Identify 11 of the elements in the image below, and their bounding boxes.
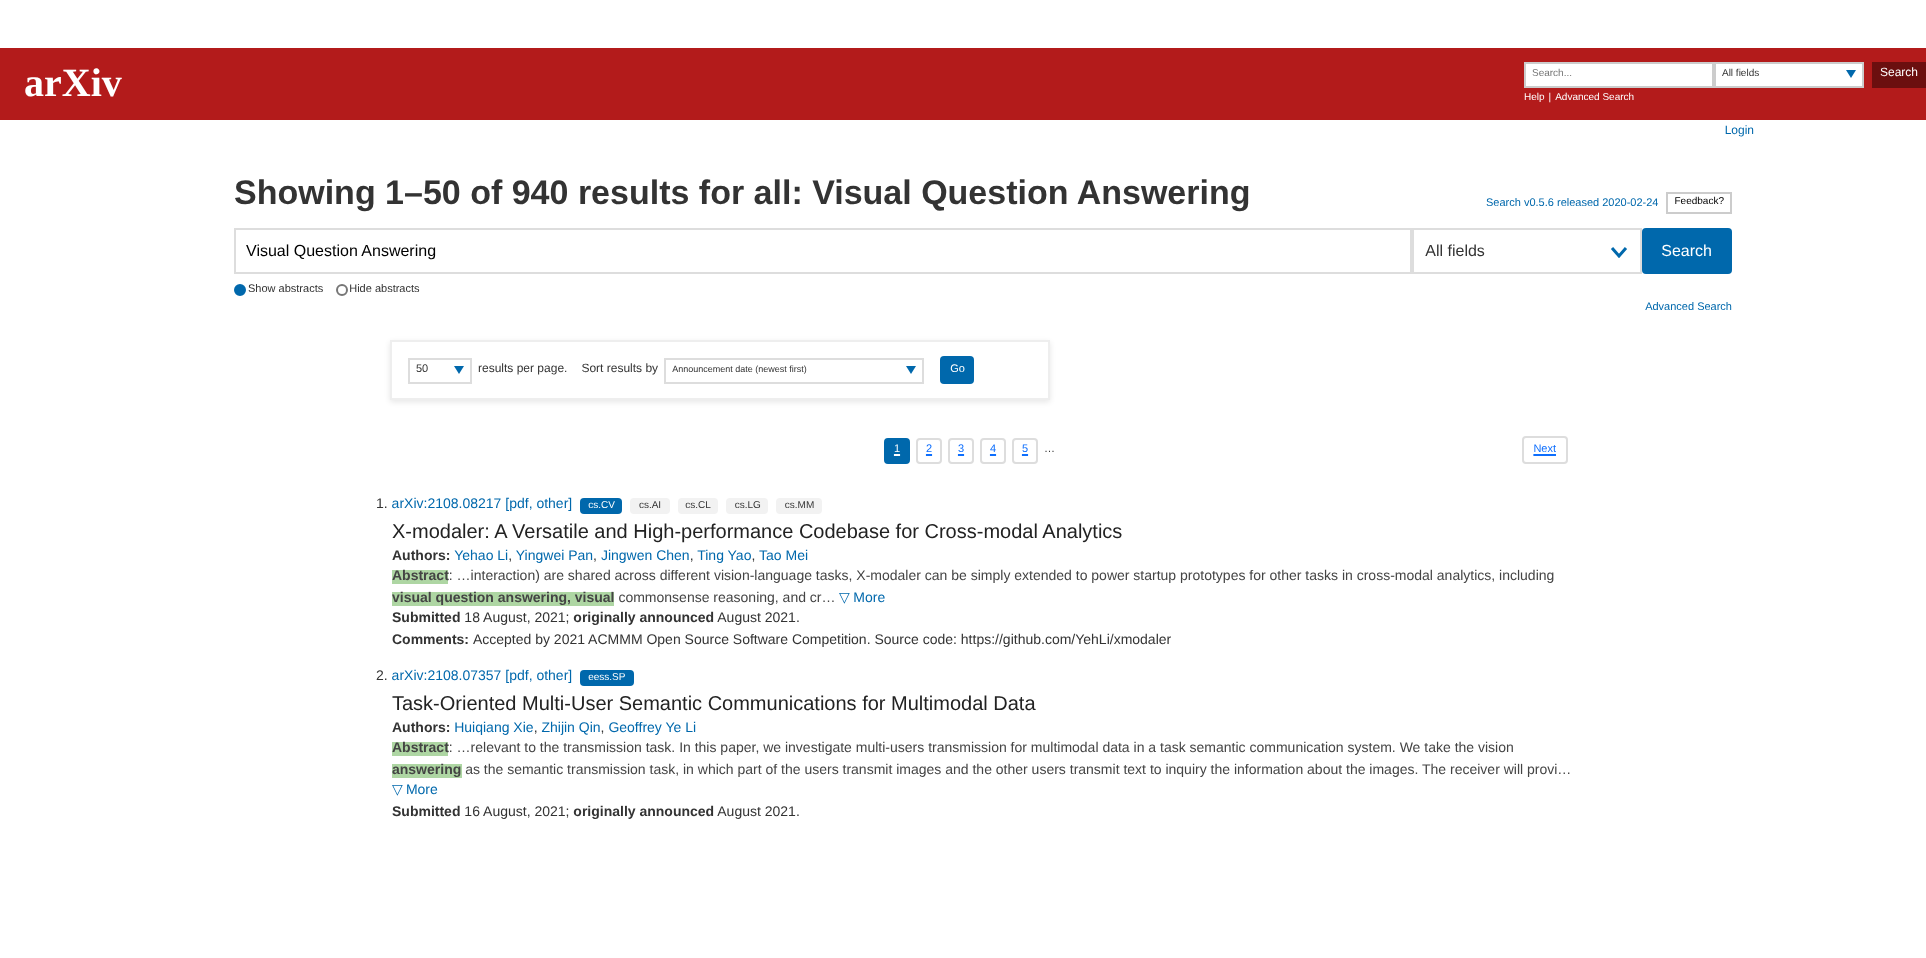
- caret-icon: [906, 366, 917, 375]
- paper-title[interactable]: X-modaler: A Versatile and High-performance Codebase for Cross-modal Analytics: [376, 517, 1576, 548]
- chevron-icon: [1609, 245, 1628, 258]
- field-select[interactable]: All fields: [1411, 228, 1642, 275]
- query-field[interactable]: Visual Question Answering: [234, 228, 1412, 275]
- caret-icon: [454, 366, 464, 375]
- paper-title[interactable]: Task-Oriented Multi-User Semantic Communications for Multimodal Data: [376, 689, 1576, 720]
- search-button[interactable]: Search: [1641, 228, 1732, 275]
- arxiv-logo[interactable]: arXiv: [24, 54, 122, 114]
- results-heading: Showing 1–50 of 940 results for all: Visual Question Answering: [234, 174, 1251, 215]
- caret-icon: [1845, 70, 1856, 79]
